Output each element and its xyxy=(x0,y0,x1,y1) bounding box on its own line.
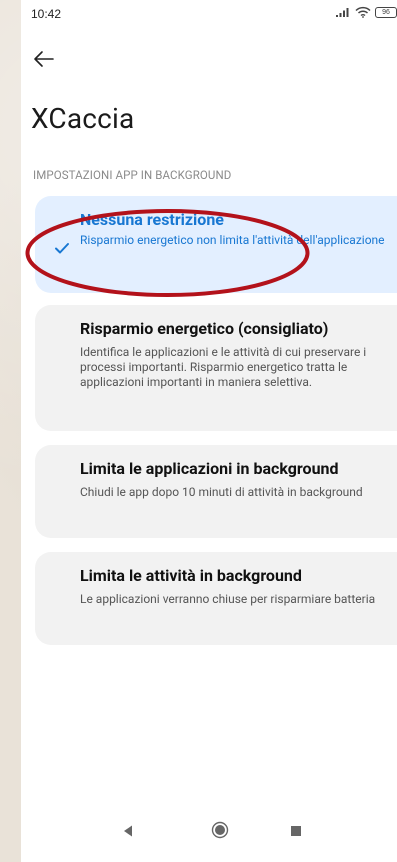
option-restrict-background-activity[interactable]: Limita le attività in background Le appl… xyxy=(35,552,397,645)
option-description: Identifica le applicazioni e le attività… xyxy=(80,345,367,389)
option-no-restriction[interactable]: Nessuna restrizione Risparmio energetico… xyxy=(35,196,397,293)
nav-home-icon[interactable] xyxy=(211,821,229,839)
option-title: Limita le attività in background xyxy=(80,566,302,585)
status-time: 10:42 xyxy=(31,7,62,21)
check-icon xyxy=(55,243,69,254)
option-description: Le applicazioni verranno chiuse per risp… xyxy=(80,592,376,606)
navigation-bar xyxy=(21,802,397,862)
option-title: Nessuna restrizione xyxy=(80,210,224,229)
option-title: Risparmio energetico (consigliato) xyxy=(80,319,329,338)
option-description: Chiudi le app dopo 10 minuti di attività… xyxy=(80,485,363,499)
section-label: IMPOSTAZIONI APP IN BACKGROUND xyxy=(33,168,232,182)
arrow-left-icon[interactable] xyxy=(31,46,57,72)
option-restrict-background-apps[interactable]: Limita le applicazioni in background Chi… xyxy=(35,445,397,538)
option-description: Risparmio energetico non limita l'attivi… xyxy=(80,233,385,247)
nav-back-icon[interactable] xyxy=(121,824,135,838)
status-bar: 10:42 96 xyxy=(21,0,397,34)
option-title: Limita le applicazioni in background xyxy=(80,459,339,478)
battery-level: 96 xyxy=(382,8,390,16)
phone-screen: 10:42 96 XCaccia IMPOSTAZIONI APP IN BAC… xyxy=(21,0,397,862)
page-title: XCaccia xyxy=(31,102,135,135)
wifi-icon xyxy=(355,6,371,18)
signal-icon xyxy=(336,8,349,17)
option-battery-saver[interactable]: Risparmio energetico (consigliato) Ident… xyxy=(35,305,397,431)
nav-recents-icon[interactable] xyxy=(289,824,303,838)
battery-icon: 96 xyxy=(375,6,397,18)
status-icons: 96 xyxy=(335,6,397,18)
